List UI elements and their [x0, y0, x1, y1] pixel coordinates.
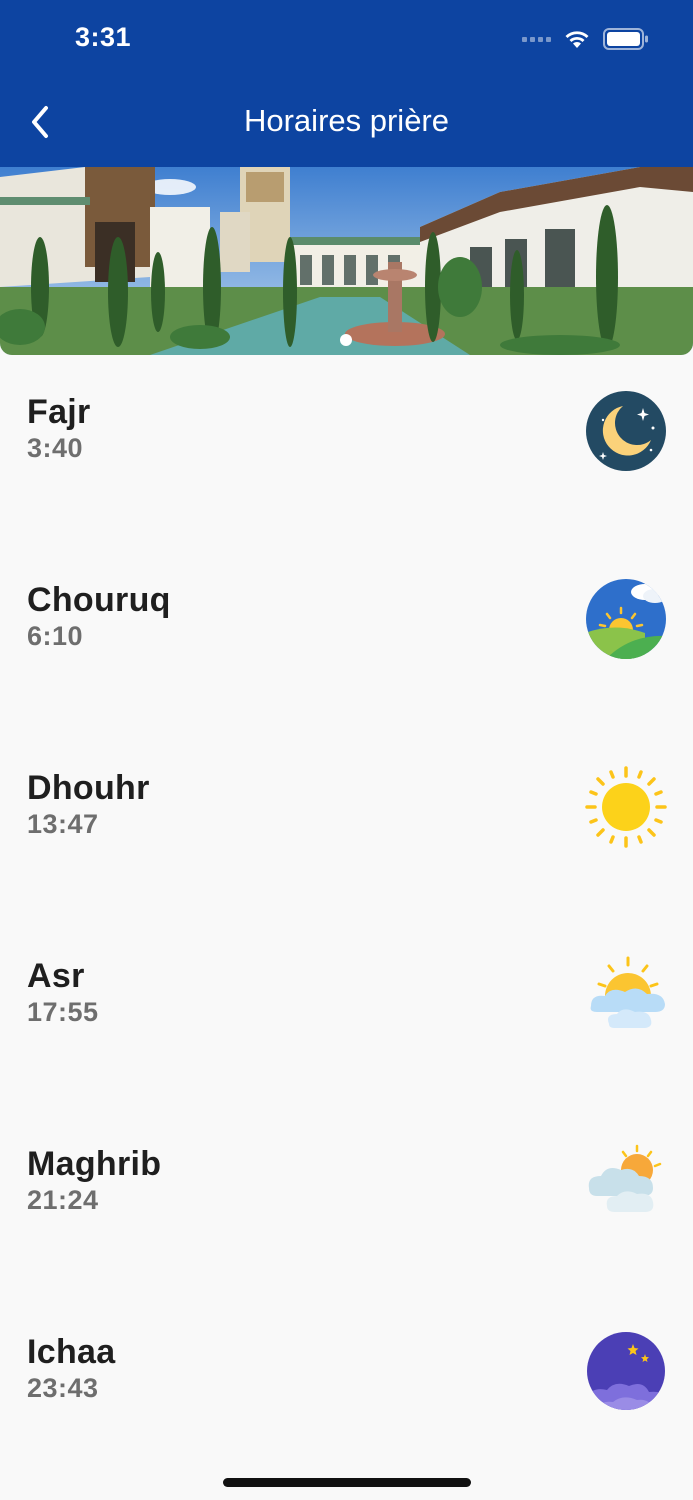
app-header: 3:31 Horaires prière: [0, 0, 693, 167]
prayer-row-asr: Asr 17:55: [0, 919, 693, 1107]
prayer-name: Maghrib: [27, 1145, 162, 1183]
sunrise-icon: [586, 579, 666, 659]
status-time: 3:31: [75, 22, 132, 52]
prayer-name: Asr: [27, 957, 85, 995]
status-icons: [522, 27, 649, 51]
home-indicator[interactable]: [223, 1478, 471, 1487]
carousel-page-indicator[interactable]: [340, 334, 352, 346]
crescent-moon-night-icon: [586, 391, 666, 471]
battery-icon: [603, 28, 648, 50]
cellular-signal-icon: [522, 36, 551, 42]
sun-icon: [585, 766, 667, 848]
prayer-row-dhouhr: Dhouhr 13:47: [0, 731, 693, 919]
prayer-row-ichaa: Ichaa 23:43: [0, 1295, 693, 1483]
sun-behind-cloud-icon: [590, 956, 665, 1028]
page-title: Horaires prière: [243, 103, 449, 138]
sunset-cloud-icon: [588, 1144, 662, 1212]
prayer-name: Fajr: [27, 393, 91, 431]
prayer-name: Dhouhr: [27, 769, 150, 807]
moon-stars-icon: [587, 1332, 665, 1410]
prayer-name: Ichaa: [27, 1333, 116, 1371]
prayer-time: 13:47: [27, 809, 99, 839]
prayer-time: 21:24: [27, 1185, 99, 1215]
prayer-time: 23:43: [27, 1373, 99, 1403]
prayer-time: 6:10: [27, 621, 84, 651]
prayer-time: 3:40: [27, 433, 84, 463]
prayer-times-list: Fajr 3:40 Chouruq 6:10 Dhouhr 13:47 Asr …: [0, 355, 693, 1483]
prayer-time: 17:55: [27, 997, 99, 1027]
mosque-banner-image[interactable]: [0, 167, 693, 355]
prayer-name: Chouruq: [27, 581, 171, 619]
wifi-icon: [565, 31, 589, 48]
prayer-row-maghrib: Maghrib 21:24: [0, 1107, 693, 1295]
prayer-row-fajr: Fajr 3:40: [0, 355, 693, 543]
prayer-row-chouruq: Chouruq 6:10: [0, 543, 693, 731]
